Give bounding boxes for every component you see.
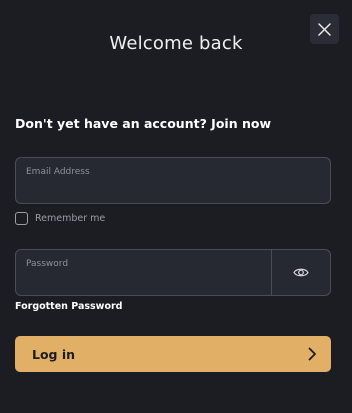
signup-prompt[interactable]: Don't yet have an account? Join now — [15, 116, 271, 131]
email-input[interactable] — [25, 180, 295, 198]
remember-me-label: Remember me — [35, 213, 106, 224]
password-input[interactable] — [25, 272, 255, 290]
show-password-button[interactable] — [271, 250, 330, 295]
dialog-title: Welcome back — [109, 33, 243, 54]
checkbox-box[interactable] — [15, 212, 28, 225]
login-button[interactable]: Log in — [15, 336, 331, 372]
password-label: Password — [26, 259, 69, 269]
password-field[interactable]: Password — [15, 249, 331, 296]
remember-me-checkbox[interactable]: Remember me — [15, 212, 105, 225]
forgot-password-link[interactable]: Forgotten Password — [15, 301, 122, 312]
email-label: Email Address — [26, 167, 90, 177]
email-field[interactable]: Email Address — [15, 157, 331, 204]
login-button-label: Log in — [32, 346, 76, 362]
chevron-right-icon — [308, 347, 316, 361]
eye-icon — [293, 268, 309, 277]
